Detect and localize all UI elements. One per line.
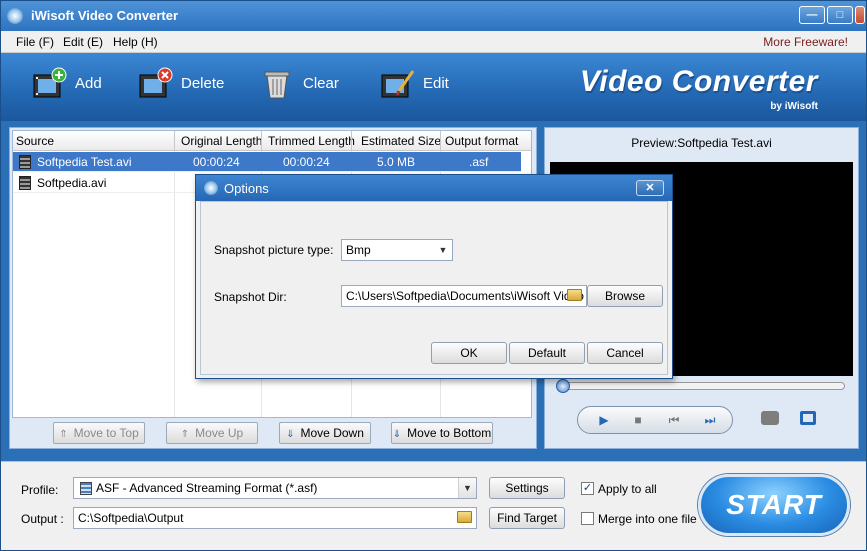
move-to-top-button[interactable]: ⇑ Move to Top (53, 422, 145, 444)
add-film-icon (33, 67, 67, 98)
default-button[interactable]: Default (509, 342, 585, 364)
video-file-icon (19, 176, 31, 190)
chevron-down-icon: ▼ (458, 478, 476, 498)
title-bar: iWisoft Video Converter — □ (1, 1, 866, 31)
more-freeware-link[interactable]: More Freeware! (763, 35, 848, 49)
snapshot-dir-label: Snapshot Dir: (214, 290, 287, 304)
output-path-value: C:\Softpedia\Output (78, 511, 184, 525)
folder-icon[interactable] (567, 289, 582, 301)
options-dialog: Options ✕ Snapshot picture type: Bmp ▼ S… (195, 174, 673, 379)
menu-bar: File (F) Edit (E) Help (H) More Freeware… (1, 31, 866, 53)
bottom-settings: Profile: ASF - Advanced Streaming Format… (1, 461, 866, 550)
previous-icon[interactable]: ⏮ (664, 411, 684, 429)
output-path-field[interactable]: C:\Softpedia\Output (73, 507, 477, 529)
apply-to-all-checkbox[interactable]: ✓ (581, 482, 594, 495)
row-source: Softpedia.avi (37, 176, 107, 190)
merge-label: Merge into one file (598, 512, 697, 526)
browse-button[interactable]: Browse (587, 285, 663, 307)
clear-label: Clear (303, 75, 339, 92)
column-trimmed-length[interactable]: Trimmed Length (268, 134, 355, 148)
add-label: Add (75, 75, 102, 92)
column-source[interactable]: Source (16, 134, 54, 148)
minimize-button[interactable]: — (799, 6, 825, 24)
row-original-length: 00:00:24 (193, 155, 240, 169)
format-icon (80, 482, 92, 495)
table-row[interactable]: Softpedia Test.avi 00:00:24 00:00:24 5.0… (13, 152, 521, 172)
arrow-down-icon: ⇓ (286, 429, 295, 440)
maximize-button[interactable]: □ (827, 6, 853, 24)
app-icon (204, 181, 218, 195)
player-controls: ▶ ■ ⏮ ⏭ (577, 406, 733, 434)
menu-edit[interactable]: Edit (E) (63, 35, 103, 49)
profile-select[interactable]: ASF - Advanced Streaming Format (*.asf) … (73, 477, 477, 499)
arrow-down-icon: ⇓ (392, 429, 402, 440)
clear-button[interactable]: Clear (261, 65, 345, 105)
edit-button[interactable]: Edit (381, 65, 461, 105)
row-trimmed-length: 00:00:24 (283, 155, 330, 169)
edit-film-icon (381, 70, 415, 98)
start-button[interactable]: START (698, 474, 850, 536)
stop-icon[interactable]: ■ (628, 411, 648, 429)
dialog-close-button[interactable]: ✕ (636, 180, 664, 196)
column-output-format[interactable]: Output format (445, 134, 518, 148)
arrow-up-icon: ⇑ (59, 429, 68, 440)
snapshot-type-label: Snapshot picture type: (214, 243, 334, 257)
seek-bar[interactable] (556, 379, 845, 393)
menu-file[interactable]: File (F) (16, 35, 54, 49)
ok-button[interactable]: OK (431, 342, 507, 364)
find-target-button[interactable]: Find Target (489, 507, 565, 529)
preview-title: Preview:Softpedia Test.avi (631, 136, 772, 150)
snapshot-dir-field[interactable]: C:\Users\Softpedia\Documents\iWisoft Vid… (341, 285, 587, 307)
chevron-down-icon: ▼ (438, 245, 448, 255)
column-estimated-size[interactable]: Estimated Size (361, 134, 441, 148)
brand-title: Video Converter (579, 65, 818, 98)
snapshot-dir-value: C:\Users\Softpedia\Documents\iWisoft Vid… (346, 289, 584, 303)
row-source: Softpedia Test.avi (37, 155, 132, 169)
column-original-length[interactable]: Original Length (181, 134, 262, 148)
close-button[interactable] (855, 6, 865, 24)
camera-icon[interactable] (761, 411, 779, 425)
toolbar: Add Delete Clear Edit Video Converter by… (1, 53, 866, 121)
output-label: Output : (21, 512, 64, 526)
dialog-body: Snapshot picture type: Bmp ▼ Snapshot Di… (200, 201, 668, 375)
delete-button[interactable]: Delete (139, 65, 233, 105)
settings-button[interactable]: Settings (489, 477, 565, 499)
play-icon[interactable]: ▶ (594, 411, 614, 429)
move-to-bottom-button[interactable]: ⇓ Move to Bottom (391, 422, 493, 444)
dialog-title: Options (224, 181, 269, 196)
brand-subtitle: by iWisoft (770, 101, 818, 112)
app-icon (7, 8, 23, 24)
delete-film-icon (139, 67, 173, 98)
cancel-button[interactable]: Cancel (587, 342, 663, 364)
menu-help[interactable]: Help (H) (113, 35, 158, 49)
add-button[interactable]: Add (33, 65, 113, 105)
seek-handle[interactable] (556, 379, 570, 393)
snapshot-type-value: Bmp (346, 243, 371, 257)
edit-label: Edit (423, 75, 449, 92)
profile-label: Profile: (21, 483, 59, 497)
delete-label: Delete (181, 75, 225, 92)
row-estimated-size: 5.0 MB (377, 155, 416, 169)
apply-to-all-label: Apply to all (598, 482, 657, 496)
file-list-header: Source Original Length Trimmed Length Es… (13, 131, 531, 151)
trash-icon (264, 71, 290, 99)
arrow-up-icon: ⇑ (180, 429, 190, 440)
row-output-format: .asf (469, 155, 489, 169)
profile-value: ASF - Advanced Streaming Format (*.asf) (96, 481, 318, 495)
folder-icon[interactable] (457, 511, 472, 523)
fullscreen-icon[interactable] (800, 411, 816, 425)
move-up-button[interactable]: ⇑ Move Up (166, 422, 258, 444)
video-file-icon (19, 155, 31, 169)
next-icon[interactable]: ⏭ (700, 411, 720, 429)
window-title: iWisoft Video Converter (31, 8, 178, 23)
snapshot-type-select[interactable]: Bmp ▼ (341, 239, 453, 261)
dialog-title-bar: Options ✕ (196, 175, 672, 201)
app-window: iWisoft Video Converter — □ File (F) Edi… (0, 0, 867, 551)
merge-checkbox[interactable] (581, 512, 594, 525)
move-down-button[interactable]: ⇓ Move Down (279, 422, 371, 444)
